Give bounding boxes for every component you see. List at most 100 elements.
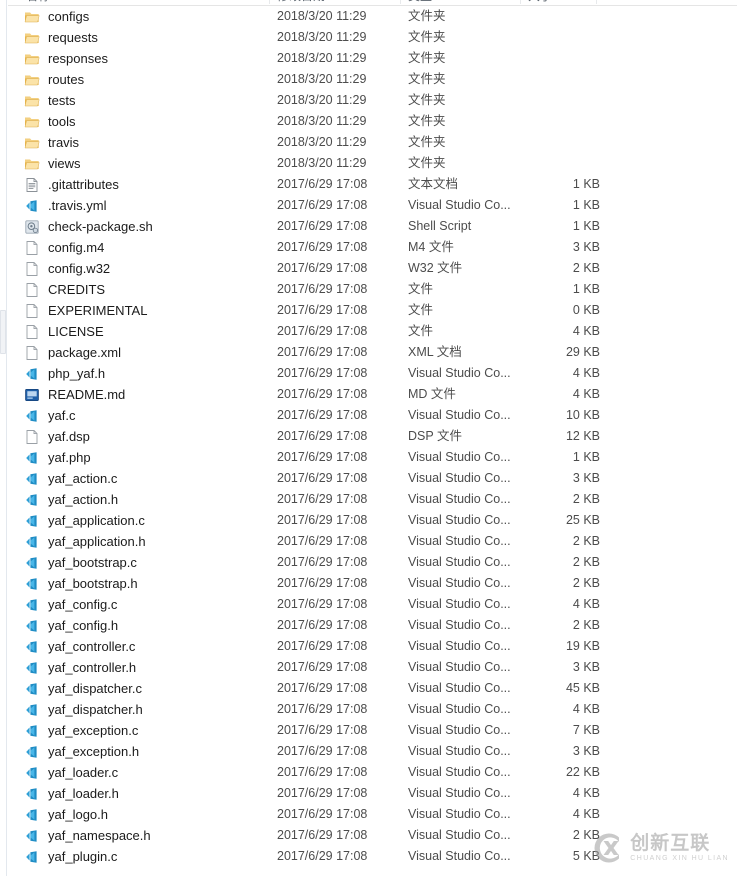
file-size-cell: 29 KB — [565, 345, 600, 359]
vs-code-file-icon — [24, 765, 40, 781]
table-row[interactable]: yaf_exception.h 2017/6/29 17:08 Visual Stu… — [8, 741, 737, 762]
table-row[interactable]: routes 2018/3/20 11:29 文件夹 — [8, 69, 737, 90]
file-size-cell: 1 KB — [572, 219, 600, 233]
vs-code-file-icon — [24, 597, 40, 613]
file-size-cell: 2 KB — [572, 618, 600, 632]
table-row[interactable]: yaf_namespace.h 2017/6/29 17:08 Visual Stu… — [8, 825, 737, 846]
file-name-label: package.xml — [48, 345, 121, 360]
table-row[interactable]: yaf_loader.c 2017/6/29 17:08 Visual Studio… — [8, 762, 737, 783]
table-row[interactable]: .travis.yml 2017/6/29 17:08 Visual Studio … — [8, 195, 737, 216]
table-row[interactable]: yaf_bootstrap.h 2017/6/29 17:08 Visual Stu… — [8, 573, 737, 594]
file-type-cell: 文本文档 — [408, 177, 459, 191]
date-modified-cell: 2017/6/29 17:08 — [277, 198, 368, 212]
file-size-cell: 1 KB — [572, 177, 600, 191]
file-size-cell: 4 KB — [572, 366, 600, 380]
file-name-label: yaf_config.h — [48, 618, 119, 633]
column-divider-name-date[interactable] — [269, 0, 270, 4]
date-modified-cell: 2017/6/29 17:08 — [277, 576, 368, 590]
table-row[interactable]: views 2018/3/20 11:29 文件夹 — [8, 153, 737, 174]
table-row[interactable]: LICENSE 2017/6/29 17:08 文件 4 KB — [8, 321, 737, 342]
date-modified-cell: 2017/6/29 17:08 — [277, 324, 368, 338]
file-size-cell: 2 KB — [572, 261, 600, 275]
column-header-name[interactable]: 名称 — [26, 0, 50, 4]
table-row[interactable]: yaf.c 2017/6/29 17:08 Visual Studio Co... 1… — [8, 405, 737, 426]
table-row[interactable]: yaf_bootstrap.c 2017/6/29 17:08 Visual Stu… — [8, 552, 737, 573]
file-name-label: yaf_action.h — [48, 492, 119, 507]
table-row[interactable]: EXPERIMENTAL 2017/6/29 17:08 文件 0 KB — [8, 300, 737, 321]
table-row[interactable]: config.w32 2017/6/29 17:08 W32 文件 2 KB — [8, 258, 737, 279]
date-modified-cell: 2018/3/20 11:29 — [277, 114, 367, 128]
table-row[interactable]: configs 2018/3/20 11:29 文件夹 — [8, 6, 737, 27]
table-row[interactable]: yaf_exception.c 2017/6/29 17:08 Visual Stu… — [8, 720, 737, 741]
file-type-cell: 文件 — [408, 324, 434, 338]
table-row[interactable]: package.xml 2017/6/29 17:08 XML 文档 29 KB — [8, 342, 737, 363]
table-row[interactable]: .gitattributes 2017/6/29 17:08 文本文档 1 KB — [8, 174, 737, 195]
vertical-scrollbar-thumb[interactable] — [0, 310, 6, 354]
table-row[interactable]: yaf_controller.h 2017/6/29 17:08 Visual St… — [8, 657, 737, 678]
file-name-label: yaf_bootstrap.h — [48, 576, 138, 591]
file-name-label: config.m4 — [48, 240, 105, 255]
table-row[interactable]: yaf_dispatcher.h 2017/6/29 17:08 Visual St… — [8, 699, 737, 720]
file-name-label: configs — [48, 9, 90, 24]
table-row[interactable]: yaf_logo.h 2017/6/29 17:08 Visual Studio C… — [8, 804, 737, 825]
table-row[interactable]: responses 2018/3/20 11:29 文件夹 — [8, 48, 737, 69]
date-modified-cell: 2017/6/29 17:08 — [277, 555, 368, 569]
column-divider-date-type[interactable] — [400, 0, 401, 4]
table-row[interactable]: yaf_application.h 2017/6/29 17:08 Visual S… — [8, 531, 737, 552]
table-row[interactable]: yaf_config.c 2017/6/29 17:08 Visual Studio… — [8, 594, 737, 615]
table-row[interactable]: requests 2018/3/20 11:29 文件夹 — [8, 27, 737, 48]
file-size-cell — [488, 132, 600, 153]
file-size-cell: 3 KB — [572, 471, 600, 485]
file-size-cell — [488, 48, 600, 69]
file-size-cell: 7 KB — [572, 723, 600, 737]
vs-code-file-icon — [24, 639, 40, 655]
table-row[interactable]: yaf_controller.c 2017/6/29 17:08 Visual St… — [8, 636, 737, 657]
date-modified-cell: 2017/6/29 17:08 — [277, 723, 368, 737]
date-modified-cell: 2018/3/20 11:29 — [277, 93, 367, 107]
file-name-label: yaf_config.c — [48, 597, 118, 612]
vs-code-file-icon — [24, 744, 40, 760]
column-divider-size-end[interactable] — [596, 0, 597, 4]
table-row[interactable]: yaf_loader.h 2017/6/29 17:08 Visual Studio… — [8, 783, 737, 804]
vs-code-file-icon — [24, 786, 40, 802]
table-row[interactable]: php_yaf.h 2017/6/29 17:08 Visual Studio Co… — [8, 363, 737, 384]
column-header-date[interactable]: 修改日期 — [277, 0, 325, 4]
table-row[interactable]: yaf.php 2017/6/29 17:08 Visual Studio Co..… — [8, 447, 737, 468]
table-row[interactable]: tools 2018/3/20 11:29 文件夹 — [8, 111, 737, 132]
file-name-label: check-package.sh — [48, 219, 153, 234]
table-row[interactable]: config.m4 2017/6/29 17:08 M4 文件 3 KB — [8, 237, 737, 258]
column-header-size[interactable]: 大小 — [528, 0, 552, 4]
table-row[interactable]: check-package.sh 2017/6/29 17:08 Shell Scr… — [8, 216, 737, 237]
table-row[interactable]: CREDITS 2017/6/29 17:08 文件 1 KB — [8, 279, 737, 300]
file-size-cell — [488, 27, 600, 48]
table-row[interactable]: yaf_dispatcher.c 2017/6/29 17:08 Visual St… — [8, 678, 737, 699]
table-row[interactable]: yaf_application.c 2017/6/29 17:08 Visual S… — [8, 510, 737, 531]
file-size-cell: 4 KB — [572, 702, 600, 716]
table-row[interactable]: tests 2018/3/20 11:29 文件夹 — [8, 90, 737, 111]
date-modified-cell: 2017/6/29 17:08 — [277, 303, 368, 317]
table-row[interactable]: yaf_action.c 2017/6/29 17:08 Visual Studio… — [8, 468, 737, 489]
table-row[interactable]: README.md 2017/6/29 17:08 MD 文件 4 KB — [8, 384, 737, 405]
column-header-type[interactable]: 类型 — [408, 0, 432, 4]
column-divider-type-size[interactable] — [520, 0, 521, 4]
table-row[interactable]: yaf_action.h 2017/6/29 17:08 Visual Studio… — [8, 489, 737, 510]
file-name-label: .gitattributes — [48, 177, 119, 192]
date-modified-cell: 2017/6/29 17:08 — [277, 366, 368, 380]
file-type-cell: 文件夹 — [408, 30, 446, 44]
file-size-cell: 2 KB — [572, 576, 600, 590]
file-size-cell — [488, 111, 600, 132]
file-size-cell: 4 KB — [572, 807, 600, 821]
file-name-label: yaf.php — [48, 450, 91, 465]
blank-file-icon — [24, 429, 40, 445]
date-modified-cell: 2017/6/29 17:08 — [277, 765, 368, 779]
file-name-label: README.md — [48, 387, 126, 402]
vs-code-file-icon — [24, 471, 40, 487]
table-row[interactable]: yaf_config.h 2017/6/29 17:08 Visual Studio… — [8, 615, 737, 636]
date-modified-cell: 2017/6/29 17:08 — [277, 744, 368, 758]
table-row[interactable]: travis 2018/3/20 11:29 文件夹 — [8, 132, 737, 153]
table-row[interactable]: yaf_plugin.c 2017/6/29 17:08 Visual Studio… — [8, 846, 737, 867]
date-modified-cell: 2018/3/20 11:29 — [277, 9, 367, 23]
table-row[interactable]: yaf.dsp 2017/6/29 17:08 DSP 文件 12 KB — [8, 426, 737, 447]
vs-code-file-icon — [24, 555, 40, 571]
date-modified-cell: 2017/6/29 17:08 — [277, 261, 368, 275]
